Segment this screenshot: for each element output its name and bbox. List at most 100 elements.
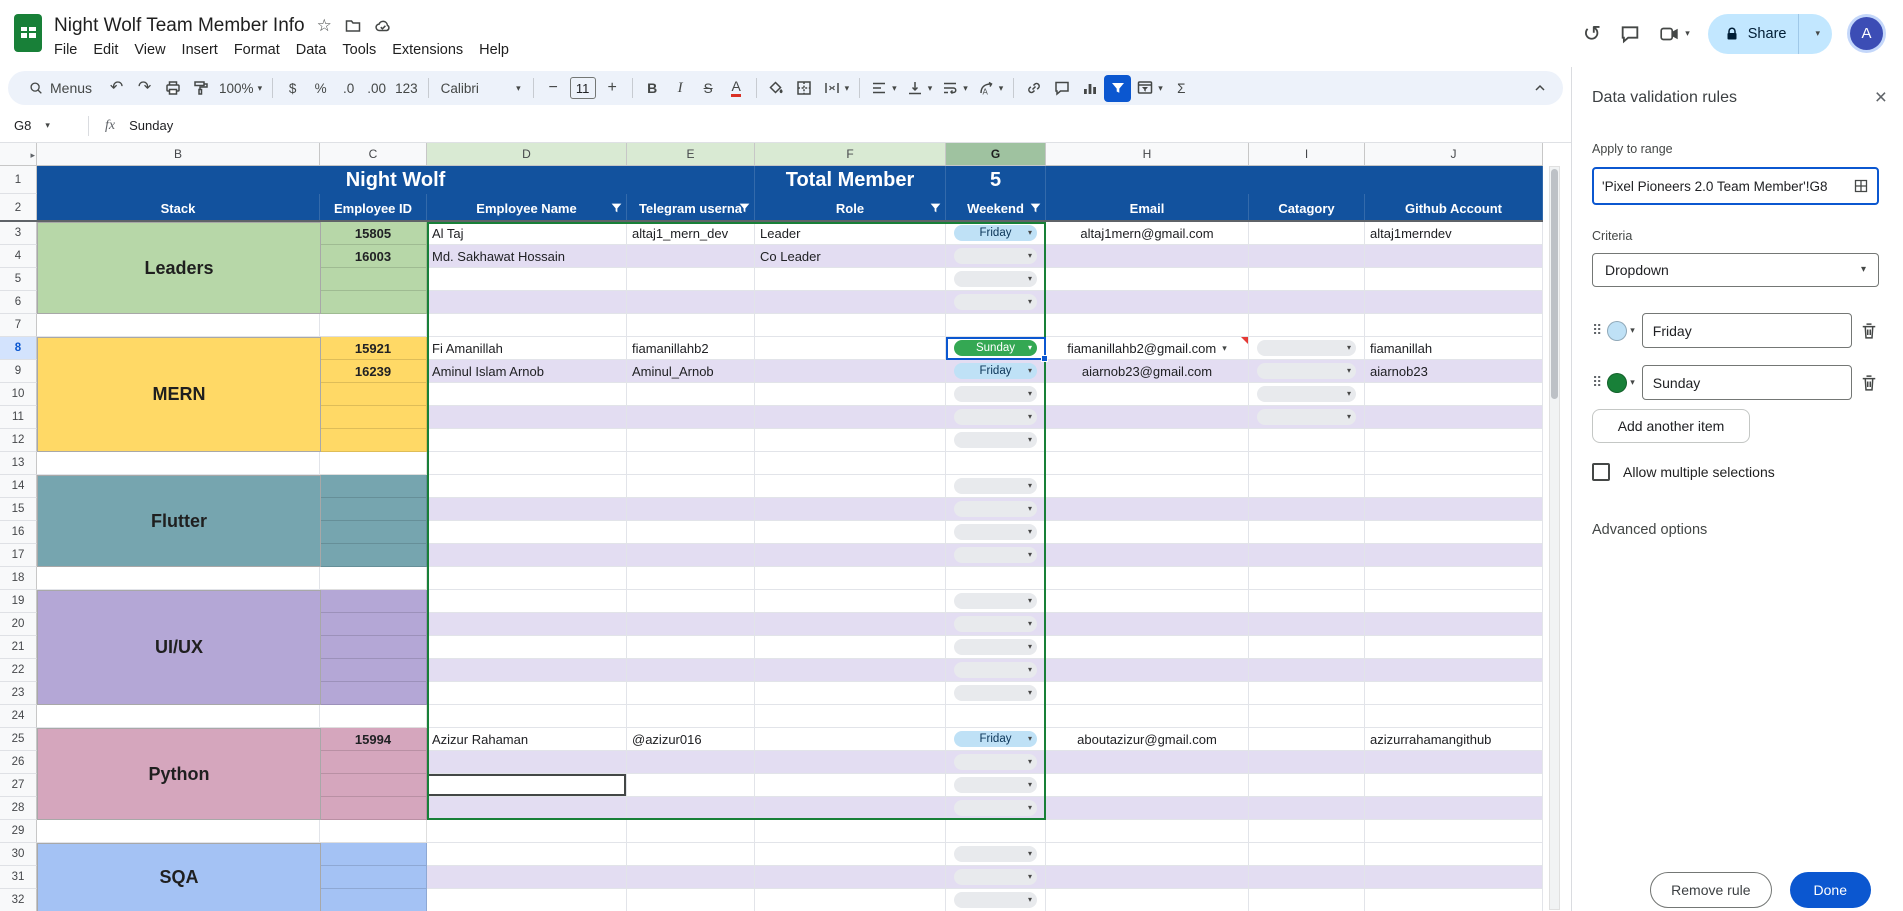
cell-I32[interactable] (1249, 889, 1365, 911)
cell-H10[interactable] (1046, 383, 1249, 406)
weekend-dropdown-26[interactable]: ▾ (954, 754, 1037, 770)
cell-C23[interactable] (320, 682, 427, 705)
category-dropdown-11[interactable]: ▾ (1257, 409, 1356, 425)
vertical-align-button[interactable]: ▾ (902, 75, 937, 102)
column-title-weekend[interactable]: Weekend (946, 194, 1046, 222)
cell-C19[interactable] (320, 590, 427, 613)
filter-icon[interactable] (1029, 202, 1042, 215)
column-header-G[interactable]: G (946, 143, 1046, 166)
weekend-dropdown-20[interactable]: ▾ (954, 616, 1037, 632)
cell-G24[interactable] (946, 705, 1046, 728)
cell-G30[interactable]: ▾ (946, 843, 1046, 866)
select-all-corner[interactable]: ▸ (0, 143, 37, 166)
cell-H29[interactable] (1046, 820, 1249, 843)
category-dropdown-8[interactable]: ▾ (1257, 340, 1356, 356)
row-header-10[interactable]: 10 (0, 383, 37, 406)
cell-E26[interactable] (627, 751, 755, 774)
cell-F8[interactable] (755, 337, 946, 360)
cell-D12[interactable] (427, 429, 627, 452)
cell-C32[interactable] (320, 889, 427, 911)
cell-J25[interactable]: azizurrahamangithub (1365, 728, 1543, 751)
menu-format[interactable]: Format (226, 40, 288, 60)
cell-J16[interactable] (1365, 521, 1543, 544)
menu-data[interactable]: Data (288, 40, 335, 60)
column-title-role[interactable]: Role (755, 194, 946, 222)
cell-G5[interactable]: ▾ (946, 268, 1046, 291)
cell-D31[interactable] (427, 866, 627, 889)
cell-G4[interactable]: ▾ (946, 245, 1046, 268)
row-header-7[interactable]: 7 (0, 314, 37, 337)
cell-H30[interactable] (1046, 843, 1249, 866)
cell-C25[interactable]: 15994 (320, 728, 427, 751)
cell-J10[interactable] (1365, 383, 1543, 406)
column-title-email[interactable]: Email (1046, 194, 1249, 222)
cell-J6[interactable] (1365, 291, 1543, 314)
cell-E14[interactable] (627, 475, 755, 498)
document-title[interactable]: Night Wolf Team Member Info (54, 15, 305, 37)
cell-E28[interactable] (627, 797, 755, 820)
column-title-stack[interactable]: Stack (37, 194, 320, 222)
cell-I24[interactable] (1249, 705, 1365, 728)
cell-J18[interactable] (1365, 567, 1543, 590)
cell-B32[interactable] (37, 889, 320, 911)
weekend-dropdown-14[interactable]: ▾ (954, 478, 1037, 494)
cell-I16[interactable] (1249, 521, 1365, 544)
menu-tools[interactable]: Tools (334, 40, 384, 60)
drag-handle-icon[interactable]: ⠿ (1592, 374, 1600, 391)
column-header-J[interactable]: J (1365, 143, 1543, 166)
cell-C22[interactable] (320, 659, 427, 682)
cell-G12[interactable]: ▾ (946, 429, 1046, 452)
weekend-dropdown-21[interactable]: ▾ (954, 639, 1037, 655)
cell-G27[interactable]: ▾ (946, 774, 1046, 797)
cell-G32[interactable]: ▾ (946, 889, 1046, 911)
column-header-H[interactable]: H (1046, 143, 1249, 166)
cell-C13[interactable] (320, 452, 427, 475)
row-header-27[interactable]: 27 (0, 774, 37, 797)
weekend-dropdown-30[interactable]: ▾ (954, 846, 1037, 862)
collapse-toolbar-button[interactable] (1526, 75, 1553, 102)
cell-H6[interactable] (1046, 291, 1249, 314)
cell-J14[interactable] (1365, 475, 1543, 498)
cell-I19[interactable] (1249, 590, 1365, 613)
cell-J29[interactable] (1365, 820, 1543, 843)
cell-J19[interactable] (1365, 590, 1543, 613)
cell-F7[interactable] (755, 314, 946, 337)
cell-B21[interactable] (37, 636, 320, 659)
text-wrap-button[interactable]: ▾ (937, 75, 972, 102)
functions-button[interactable]: Σ (1168, 75, 1195, 102)
select-range-icon[interactable] (1853, 178, 1869, 194)
cell-J24[interactable] (1365, 705, 1543, 728)
cell-I26[interactable] (1249, 751, 1365, 774)
cell-C4[interactable]: 16003 (320, 245, 427, 268)
cell-C8[interactable]: 15921 (320, 337, 427, 360)
cell-C15[interactable] (320, 498, 427, 521)
share-caret-icon[interactable]: ▾ (1815, 29, 1820, 38)
advanced-options-link[interactable]: Advanced options (1592, 522, 1707, 538)
weekend-dropdown-9[interactable]: Friday▾ (954, 363, 1037, 379)
weekend-dropdown-17[interactable]: ▾ (954, 547, 1037, 563)
menu-help[interactable]: Help (471, 40, 517, 60)
cell-D8[interactable]: Fi Amanillah (427, 337, 627, 360)
cell-J28[interactable] (1365, 797, 1543, 820)
cell-D24[interactable] (427, 705, 627, 728)
vertical-scrollbar[interactable] (1549, 166, 1560, 910)
cell-E7[interactable] (627, 314, 755, 337)
cell-D3[interactable]: Al Taj (427, 222, 627, 245)
cell-D10[interactable] (427, 383, 627, 406)
cell-F9[interactable] (755, 360, 946, 383)
cell-B30[interactable] (37, 843, 320, 866)
cell-J15[interactable] (1365, 498, 1543, 521)
cell-G21[interactable]: ▾ (946, 636, 1046, 659)
cell-D29[interactable] (427, 820, 627, 843)
cell-F12[interactable] (755, 429, 946, 452)
option-text-input[interactable]: Sunday (1642, 365, 1852, 400)
filter-icon[interactable] (738, 202, 751, 215)
cell-H15[interactable] (1046, 498, 1249, 521)
cell-E16[interactable] (627, 521, 755, 544)
cell-C5[interactable] (320, 268, 427, 291)
remove-rule-button[interactable]: Remove rule (1650, 872, 1771, 908)
insert-comment-button[interactable] (1048, 75, 1075, 102)
cell-G15[interactable]: ▾ (946, 498, 1046, 521)
weekend-dropdown-8[interactable]: Sunday▾ (954, 340, 1037, 356)
cell-G16[interactable]: ▾ (946, 521, 1046, 544)
